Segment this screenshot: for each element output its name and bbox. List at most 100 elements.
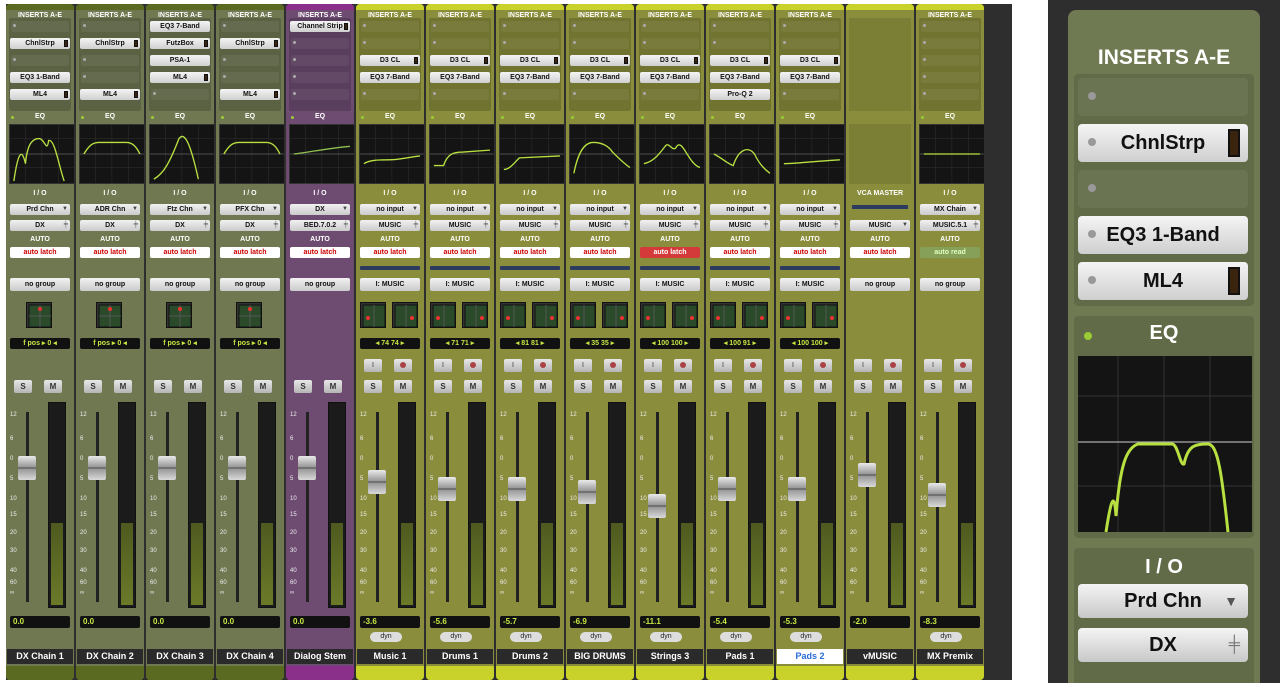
volume-value[interactable]: 0.0: [150, 616, 210, 628]
pan-value[interactable]: f pos ▸ 0 ◂: [220, 338, 280, 349]
input-selector[interactable]: no input ▼: [640, 204, 700, 215]
automation-mode-selector[interactable]: auto latch: [850, 247, 910, 258]
input-selector[interactable]: ADR Chn ▼: [80, 204, 140, 215]
insert-plugin-1[interactable]: EQ3 7-Band: [150, 21, 210, 32]
pan-value[interactable]: ◂ 35 35 ▸: [570, 338, 630, 349]
input-selector[interactable]: DX ▼: [290, 204, 350, 215]
insert-slot-empty[interactable]: [921, 55, 979, 66]
output-selector[interactable]: MUSIC ╪: [570, 220, 630, 231]
insert-plugin-1[interactable]: Channel Strip: [290, 21, 350, 32]
zoom-output-selector[interactable]: DX ╪: [1078, 628, 1248, 662]
output-selector[interactable]: MUSIC ╪: [430, 220, 490, 231]
volume-value[interactable]: 0.0: [290, 616, 350, 628]
mute-button[interactable]: M: [324, 380, 342, 393]
pan-value[interactable]: ◂ 71 71 ▸: [430, 338, 490, 349]
volume-fader[interactable]: [718, 476, 736, 501]
eq-graph[interactable]: [919, 124, 984, 184]
solo-button[interactable]: S: [784, 380, 802, 393]
pan-value[interactable]: ◂ 100 100 ▸: [640, 338, 700, 349]
mute-button[interactable]: M: [744, 380, 762, 393]
insert-plugin-4[interactable]: EQ3 7-Band: [640, 72, 700, 83]
solo-button[interactable]: S: [714, 380, 732, 393]
surround-panner[interactable]: [26, 302, 52, 328]
insert-plugin-4[interactable]: EQ3 7-Band: [570, 72, 630, 83]
eq-graph[interactable]: [639, 124, 704, 184]
solo-button[interactable]: S: [644, 380, 662, 393]
insert-slot-empty[interactable]: [781, 21, 839, 32]
output-selector[interactable]: MUSIC ▼: [850, 220, 910, 231]
solo-button[interactable]: S: [154, 380, 172, 393]
pan-value[interactable]: f pos ▸ 0 ◂: [80, 338, 140, 349]
automation-mode-selector[interactable]: auto latch: [430, 247, 490, 258]
volume-value[interactable]: -11.1: [640, 616, 700, 628]
automation-mode-selector[interactable]: auto latch: [360, 247, 420, 258]
insert-plugin-4[interactable]: EQ3 7-Band: [360, 72, 420, 83]
automation-mode-selector[interactable]: auto latch: [500, 247, 560, 258]
surround-panner[interactable]: [166, 302, 192, 328]
insert-slot-empty[interactable]: [571, 89, 629, 100]
volume-value[interactable]: -6.9: [570, 616, 630, 628]
insert-slot-empty[interactable]: [221, 55, 279, 66]
output-selector[interactable]: MUSIC ╪: [780, 220, 840, 231]
track-name[interactable]: BIG DRUMS: [567, 649, 633, 664]
automation-mode-selector[interactable]: auto latch: [570, 247, 630, 258]
group-selector[interactable]: I: MUSIC: [570, 278, 630, 291]
pan-left[interactable]: [570, 302, 596, 328]
zoom-input-selector[interactable]: Prd Chn ▼: [1078, 584, 1248, 618]
insert-plugin-5[interactable]: ML4: [10, 89, 70, 100]
volume-fader[interactable]: [648, 493, 666, 518]
mute-button[interactable]: M: [254, 380, 272, 393]
output-selector[interactable]: BED.7.0.2 ╪: [290, 220, 350, 231]
group-selector[interactable]: I: MUSIC: [710, 278, 770, 291]
dyn-button[interactable]: dyn: [720, 632, 752, 642]
automation-mode-selector[interactable]: auto latch: [290, 247, 350, 258]
insert-slot-empty[interactable]: [431, 38, 489, 49]
pan-value[interactable]: ◂ 100 91 ▸: [710, 338, 770, 349]
insert-plugin-3[interactable]: D3 CL: [360, 55, 420, 66]
insert-slot-empty[interactable]: [781, 89, 839, 100]
input-monitor-button[interactable]: I: [574, 359, 592, 372]
pan-left[interactable]: [430, 302, 456, 328]
input-monitor-button[interactable]: I: [644, 359, 662, 372]
mute-button[interactable]: M: [954, 380, 972, 393]
volume-value[interactable]: -8.3: [920, 616, 980, 628]
track-name[interactable]: DX Chain 4: [217, 649, 283, 664]
insert-plugin-3[interactable]: PSA-1: [150, 55, 210, 66]
solo-button[interactable]: S: [854, 380, 872, 393]
zoom-insert-plugin-1[interactable]: ChnlStrp: [1078, 124, 1248, 162]
input-selector[interactable]: Prd Chn ▼: [10, 204, 70, 215]
mute-button[interactable]: M: [114, 380, 132, 393]
mute-button[interactable]: M: [674, 380, 692, 393]
track-name[interactable]: Pads 1: [707, 649, 773, 664]
pan-value[interactable]: f pos ▸ 0 ◂: [10, 338, 70, 349]
record-enable-button[interactable]: [744, 359, 762, 372]
insert-slot-empty[interactable]: [641, 38, 699, 49]
pan-left[interactable]: [640, 302, 666, 328]
insert-slot-empty[interactable]: [361, 89, 419, 100]
volume-fader[interactable]: [18, 456, 36, 481]
zoom-insert-plugin-2[interactable]: EQ3 1-Band: [1078, 216, 1248, 254]
insert-slot-empty[interactable]: [11, 21, 69, 32]
mute-button[interactable]: M: [534, 380, 552, 393]
dyn-button[interactable]: dyn: [650, 632, 682, 642]
mute-button[interactable]: M: [394, 380, 412, 393]
automation-mode-selector[interactable]: auto latch: [710, 247, 770, 258]
solo-button[interactable]: S: [224, 380, 242, 393]
group-selector[interactable]: I: MUSIC: [500, 278, 560, 291]
output-selector[interactable]: DX ╪: [10, 220, 70, 231]
automation-mode-selector[interactable]: auto read: [920, 247, 980, 258]
insert-slot-empty[interactable]: [571, 21, 629, 32]
record-enable-button[interactable]: [954, 359, 972, 372]
insert-slot-empty[interactable]: [221, 21, 279, 32]
zoom-insert-plugin-3[interactable]: ML4: [1078, 262, 1248, 300]
insert-plugin-3[interactable]: D3 CL: [710, 55, 770, 66]
volume-value[interactable]: -5.7: [500, 616, 560, 628]
insert-slot-empty[interactable]: [711, 38, 769, 49]
pan-left[interactable]: [500, 302, 526, 328]
record-enable-button[interactable]: [534, 359, 552, 372]
record-enable-button[interactable]: [604, 359, 622, 372]
insert-plugin-4[interactable]: EQ3 7-Band: [430, 72, 490, 83]
insert-plugin-2[interactable]: ChnlStrp: [220, 38, 280, 49]
volume-value[interactable]: -2.0: [850, 616, 910, 628]
solo-button[interactable]: S: [14, 380, 32, 393]
